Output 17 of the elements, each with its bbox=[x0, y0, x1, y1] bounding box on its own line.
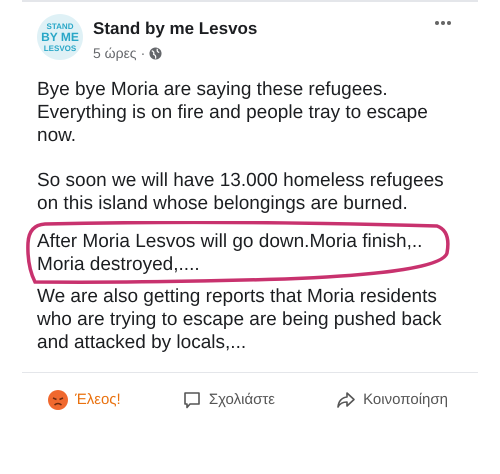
comment-button[interactable]: Σχολιάστε bbox=[182, 388, 275, 411]
share-arrow-icon bbox=[336, 390, 356, 409]
speech-bubble-icon bbox=[182, 390, 202, 410]
page-name[interactable]: Stand by me Lesvos bbox=[93, 16, 258, 42]
post-paragraph: So soon we will have 13.000 homeless refugees on this island whose belongings are burned. bbox=[37, 168, 445, 214]
avatar-logo-text: LESVOS bbox=[44, 42, 76, 54]
post-time[interactable]: 5 ώρες bbox=[93, 42, 137, 64]
post-paragraph: We are also getting reports that Moria residents who are trying to escape are being pushed back and attacked by locals,... bbox=[37, 284, 443, 354]
separator-dot: · bbox=[140, 44, 146, 62]
post-paragraph: Bye bye Moria are saying these refugees. Everything is on fire and people tray to escape now. bbox=[37, 78, 429, 146]
avatar-logo-text: BY ME bbox=[41, 32, 79, 42]
avatar-logo-text: STAND bbox=[46, 20, 74, 32]
post-paragraph: After Moria Lesvos will go down.Moria finish,.. Moria destroyed,.... bbox=[37, 230, 424, 276]
share-button[interactable]: Κοινοποίηση bbox=[336, 388, 448, 411]
globe-icon bbox=[149, 46, 162, 60]
angry-face-icon bbox=[48, 390, 68, 410]
more-options-icon[interactable] bbox=[434, 20, 452, 26]
